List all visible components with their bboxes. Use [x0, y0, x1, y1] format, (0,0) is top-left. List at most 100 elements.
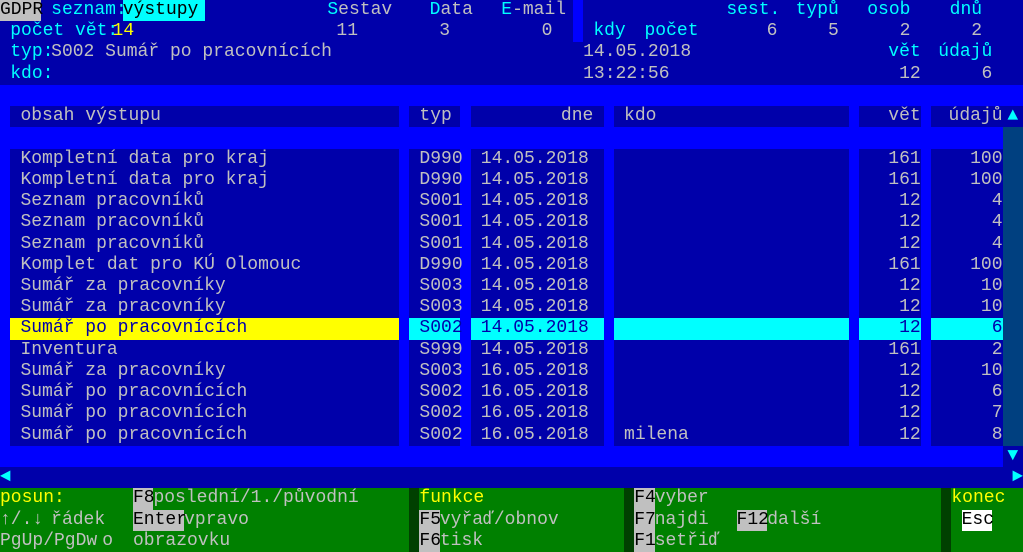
cell-dne[interactable]: 16.05.2018 [481, 403, 594, 424]
cell-udaju[interactable]: 4 [931, 212, 1003, 233]
cell-kdo[interactable] [624, 403, 829, 424]
cell-udaju[interactable]: 100 [931, 149, 1003, 170]
col-typ[interactable]: typ [419, 106, 460, 127]
menu-email[interactable]: E-mail [501, 0, 562, 21]
cell-obsah[interactable]: Seznam pracovníků [20, 234, 399, 255]
cell-dne[interactable]: 14.05.2018 [481, 191, 594, 212]
cell-kdo[interactable] [624, 276, 829, 297]
cell-kdo[interactable] [624, 170, 829, 191]
cell-typ[interactable]: D990 [419, 255, 460, 276]
cell-vet[interactable]: 12 [859, 212, 920, 233]
col-obsah[interactable]: obsah výstupu [20, 106, 225, 127]
key-f8[interactable]: F8 [133, 488, 153, 509]
cell-dne[interactable]: 14.05.2018 [481, 212, 594, 233]
cell-obsah[interactable]: Sumář po pracovnících [20, 403, 399, 424]
cell-obsah[interactable]: Sumář po pracovnících [20, 382, 399, 403]
cell-udaju[interactable]: 6 [931, 382, 1003, 403]
cell-udaju[interactable]: 7 [931, 403, 1003, 424]
scroll-track[interactable] [1003, 127, 1023, 445]
cell-vet[interactable]: 12 [859, 297, 920, 318]
cell-udaju[interactable]: 10 [931, 297, 1003, 318]
cell-vet[interactable]: 12 [859, 191, 920, 212]
cell-dne[interactable]: 16.05.2018 [481, 382, 594, 403]
cell-dne[interactable]: 14.05.2018 [481, 340, 594, 361]
cell-udaju[interactable]: 100 [931, 170, 1003, 191]
key-f7[interactable]: F7 [634, 510, 654, 531]
key-enter[interactable]: Enter [133, 510, 184, 531]
cell-vet[interactable]: 161 [859, 340, 920, 361]
cell-typ[interactable]: S001 [419, 234, 460, 255]
cell-typ[interactable]: S002 [419, 382, 460, 403]
scroll-down-icon[interactable]: ▼ [1003, 446, 1023, 467]
cell-kdo[interactable] [624, 361, 829, 382]
cell-kdo[interactable] [624, 382, 829, 403]
cell-obsah[interactable]: Sumář po pracovnících [20, 425, 399, 446]
cell-typ[interactable]: S002 [419, 318, 460, 339]
cell-typ[interactable]: S002 [419, 403, 460, 424]
cell-udaju[interactable]: 10 [931, 361, 1003, 382]
cell-udaju[interactable]: 10 [931, 276, 1003, 297]
cell-udaju[interactable]: 4 [931, 191, 1003, 212]
cell-typ[interactable]: D990 [419, 170, 460, 191]
scroll-up-icon[interactable]: ▲ [1003, 106, 1023, 127]
cell-obsah[interactable]: Komplet dat pro KÚ Olomouc [20, 255, 399, 276]
cell-obsah[interactable]: Kompletní data pro kraj [20, 170, 399, 191]
col-dne[interactable]: dne [481, 106, 594, 127]
cell-kdo[interactable] [624, 234, 829, 255]
cell-obsah[interactable]: Sumář za pracovníky [20, 276, 399, 297]
cell-dne[interactable]: 16.05.2018 [481, 425, 594, 446]
cell-dne[interactable]: 14.05.2018 [481, 318, 594, 339]
cell-dne[interactable]: 14.05.2018 [481, 276, 594, 297]
cell-dne[interactable]: 14.05.2018 [481, 149, 594, 170]
cell-kdo[interactable] [624, 297, 829, 318]
cell-obsah[interactable]: Sumář za pracovníky [20, 297, 399, 318]
cell-vet[interactable]: 12 [859, 403, 920, 424]
cell-vet[interactable]: 12 [859, 425, 920, 446]
cell-obsah[interactable]: Inventura [20, 340, 399, 361]
cell-vet[interactable]: 12 [859, 361, 920, 382]
cell-typ[interactable]: S002 [419, 425, 460, 446]
cell-dne[interactable]: 14.05.2018 [481, 255, 594, 276]
menu-data[interactable]: Data [430, 0, 471, 21]
cell-dne[interactable]: 14.05.2018 [481, 297, 594, 318]
cell-vet[interactable]: 161 [859, 170, 920, 191]
key-esc[interactable]: Esc [962, 510, 993, 531]
cell-kdo[interactable]: milena [624, 425, 829, 446]
cell-obsah[interactable]: Seznam pracovníků [20, 212, 399, 233]
key-f12[interactable]: F12 [737, 510, 768, 531]
cell-obsah[interactable]: Seznam pracovníků [20, 191, 399, 212]
hscroll-right-icon[interactable]: ► [1003, 467, 1023, 488]
col-vet[interactable]: vět [870, 106, 921, 127]
cell-obsah[interactable]: Sumář za pracovníky [20, 361, 399, 382]
key-f4[interactable]: F4 [634, 488, 654, 509]
cell-udaju[interactable]: 4 [931, 234, 1003, 255]
cell-kdo[interactable] [624, 149, 829, 170]
cell-kdo[interactable] [624, 212, 829, 233]
cell-vet[interactable]: 12 [859, 382, 920, 403]
cell-kdo[interactable] [624, 340, 829, 361]
cell-obsah[interactable]: Kompletní data pro kraj [20, 149, 399, 170]
cell-typ[interactable]: S001 [419, 191, 460, 212]
cell-vet[interactable]: 161 [859, 149, 920, 170]
cell-typ[interactable]: S003 [419, 361, 460, 382]
col-kdo[interactable]: kdo [624, 106, 675, 127]
cell-typ[interactable]: S001 [419, 212, 460, 233]
cell-udaju[interactable]: 6 [931, 318, 1003, 339]
col-udaju[interactable]: údajů [941, 106, 1002, 127]
cell-vet[interactable]: 161 [859, 255, 920, 276]
key-f1[interactable]: F1 [634, 531, 654, 552]
cell-typ[interactable]: S003 [419, 297, 460, 318]
key-f5[interactable]: F5 [419, 510, 439, 531]
cell-kdo[interactable] [624, 255, 829, 276]
cell-udaju[interactable]: 8 [931, 425, 1003, 446]
hscroll-left-icon[interactable]: ◄ [0, 467, 20, 488]
key-f6[interactable]: F6 [419, 531, 439, 552]
cell-udaju[interactable]: 2 [931, 340, 1003, 361]
cell-vet[interactable]: 12 [859, 318, 920, 339]
cell-kdo[interactable] [624, 191, 829, 212]
cell-dne[interactable]: 14.05.2018 [481, 170, 594, 191]
cell-dne[interactable]: 14.05.2018 [481, 234, 594, 255]
cell-kdo[interactable] [624, 318, 829, 339]
menu-sestav[interactable]: Sestav [327, 0, 388, 21]
cell-dne[interactable]: 16.05.2018 [481, 361, 594, 382]
